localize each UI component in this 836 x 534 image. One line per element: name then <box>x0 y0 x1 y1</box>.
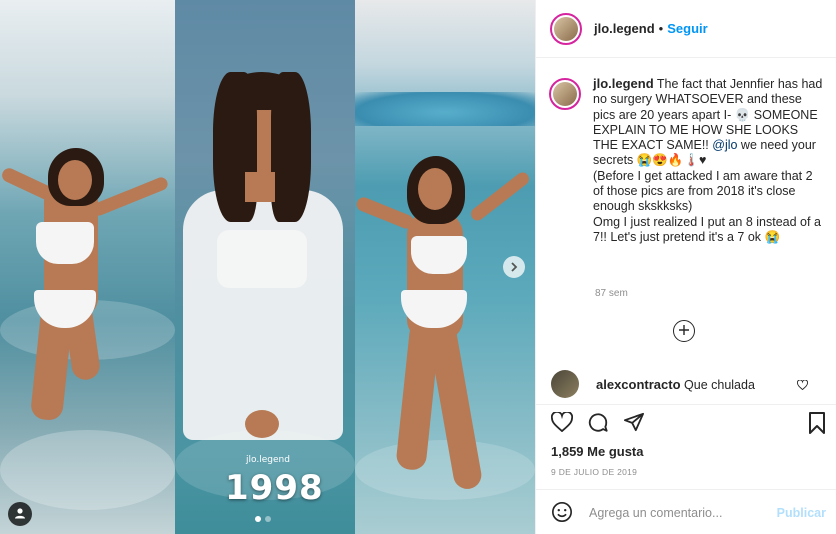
like-count[interactable]: 1,859 Me gusta <box>551 444 644 459</box>
caption-line-2: (Before I get attacked I am aware that 2… <box>593 168 813 214</box>
mention-link[interactable]: @jlo <box>712 138 737 152</box>
carousel-dot-active <box>255 516 261 522</box>
comment-input[interactable] <box>589 506 764 520</box>
carousel-indicator <box>255 516 271 522</box>
carousel-dot <box>265 516 271 522</box>
divider <box>536 489 836 490</box>
separator-dot: • <box>658 21 664 36</box>
comment-text: Que chulada <box>684 377 755 392</box>
watermark-text: jlo.legend <box>246 455 290 465</box>
caption-line-3: Omg I just realized I put an 8 instead o… <box>593 214 821 244</box>
follow-button[interactable]: Seguir <box>667 21 707 36</box>
emoji-icon[interactable] <box>551 501 573 526</box>
load-more-comments-button[interactable] <box>673 320 695 342</box>
post-caption: jlo.legend The fact that Jennfier has ha… <box>549 76 834 245</box>
plus-icon <box>679 322 689 340</box>
post-header: jlo.legend • Seguir <box>536 0 836 58</box>
caption-timestamp: 87 sem <box>595 288 628 299</box>
photo-panel-center <box>175 0 355 534</box>
comment-item: alexcontracto Que chulada <box>551 370 821 398</box>
umbrella-shape <box>355 92 535 126</box>
tagged-users-button[interactable] <box>8 502 32 526</box>
user-icon <box>14 507 26 522</box>
heart-icon[interactable] <box>550 410 574 435</box>
comment-like-icon[interactable] <box>796 378 809 393</box>
avatar[interactable] <box>550 12 582 45</box>
divider <box>536 404 836 405</box>
caption-avatar[interactable] <box>549 78 581 110</box>
publish-button[interactable]: Publicar <box>777 506 826 520</box>
share-icon[interactable] <box>623 412 645 435</box>
caption-username[interactable]: jlo.legend <box>593 76 654 91</box>
year-overlay: 1998 <box>225 468 324 508</box>
add-comment-bar: Publicar <box>551 499 826 527</box>
post-media-carousel[interactable]: jlo.legend 1998 <box>0 0 535 534</box>
chevron-right-icon <box>509 260 519 275</box>
comment-avatar[interactable] <box>551 370 579 398</box>
instagram-post-modal: jlo.legend 1998 jlo.legend • Seguir jlo.… <box>0 0 836 534</box>
bookmark-icon[interactable] <box>808 412 826 437</box>
comment-username[interactable]: alexcontracto <box>596 377 681 392</box>
post-date: 9 DE JULIO DE 2019 <box>551 467 638 477</box>
next-slide-button[interactable] <box>503 256 525 278</box>
comment-icon[interactable] <box>587 412 609 437</box>
action-bar <box>550 410 826 438</box>
photo-panel-left <box>0 0 175 534</box>
header-username[interactable]: jlo.legend <box>594 21 655 36</box>
